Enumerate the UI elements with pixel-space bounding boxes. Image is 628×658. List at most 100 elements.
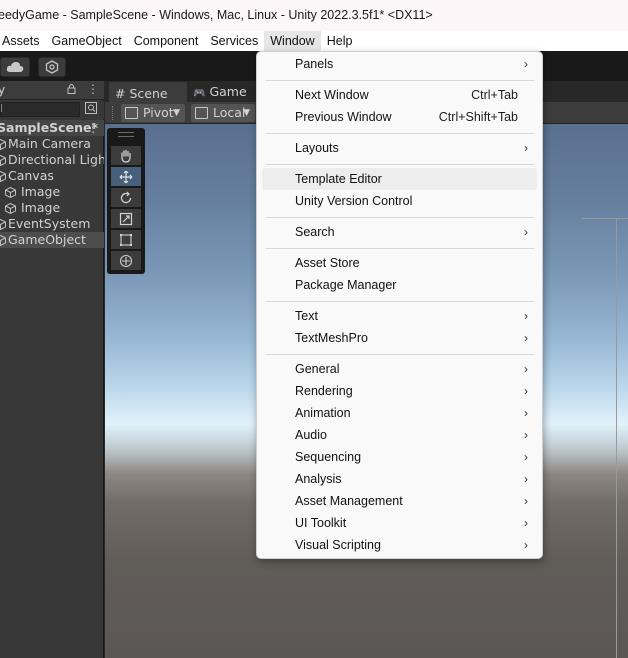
menu-item-sequencing[interactable]: Sequencing › [262, 446, 537, 468]
local-dropdown[interactable]: Local ▼ [191, 104, 255, 122]
hierarchy-tab[interactable]: y ⋮ [0, 81, 104, 100]
rect-tool-button[interactable] [111, 230, 141, 249]
kebab-menu-icon[interactable]: ⋮ [87, 82, 99, 96]
tree-item-image[interactable]: Image [0, 184, 104, 200]
scene-row[interactable]: SampleScene* ⋮ [0, 120, 104, 136]
local-label: Local [213, 105, 246, 120]
menu-item-label: Asset Store [295, 256, 360, 270]
menu-item-text[interactable]: Text › [262, 305, 537, 327]
menu-item-animation[interactable]: Animation › [262, 402, 537, 424]
menu-window[interactable]: Window [264, 31, 321, 51]
menu-item-ui-toolkit[interactable]: UI Toolkit › [262, 512, 537, 534]
pivot-dropdown[interactable]: Pivot ▼ [121, 104, 185, 122]
menu-item-label: Visual Scripting [295, 538, 381, 552]
move-tool-button[interactable] [111, 167, 141, 186]
hand-tool-button[interactable] [111, 146, 141, 165]
menu-item-label: UI Toolkit [295, 516, 347, 530]
hierarchy-panel: y ⋮ l SampleScene* ⋮ Main Camera Directi… [0, 81, 104, 658]
chevron-right-icon: › [524, 472, 528, 486]
menu-assets[interactable]: Assets [0, 31, 46, 51]
tab-scene-label: Scene [129, 86, 168, 101]
account-button[interactable] [0, 57, 30, 77]
menu-item-asset-management[interactable]: Asset Management › [262, 490, 537, 512]
menu-item-label: Unity Version Control [295, 194, 413, 208]
menu-item-shortcut: Ctrl+Shift+Tab [438, 110, 518, 124]
cloud-icon [6, 62, 24, 72]
menu-help[interactable]: Help [321, 31, 359, 51]
tree-item-canvas[interactable]: Canvas [0, 168, 104, 184]
menu-separator [266, 354, 534, 355]
menu-item-next-window[interactable]: Next Window Ctrl+Tab [262, 84, 537, 106]
tree-item-label: Directional Light [8, 152, 104, 167]
chevron-right-icon: › [524, 450, 528, 464]
hierarchy-tab-label: y [0, 83, 6, 97]
palette-grip[interactable] [118, 132, 134, 137]
menu-component[interactable]: Component [128, 31, 205, 51]
menu-item-label: Rendering [295, 384, 353, 398]
chevron-down-icon: ▼ [243, 108, 250, 118]
rotate-tool-button[interactable] [111, 188, 141, 207]
menu-item-search[interactable]: Search › [262, 221, 537, 243]
gameobject-cube-icon [0, 219, 6, 230]
menu-item-label: Next Window [295, 88, 369, 102]
menu-item-label: Template Editor [295, 172, 382, 186]
tab-scene[interactable]: # Scene [109, 82, 187, 102]
menu-item-textmeshpro[interactable]: TextMeshPro › [262, 327, 537, 349]
tree-item-eventsystem[interactable]: EventSystem [0, 216, 104, 232]
tree-item-label: Canvas [8, 168, 54, 183]
menu-item-analysis[interactable]: Analysis › [262, 468, 537, 490]
hierarchy-search-input[interactable]: l [0, 102, 80, 117]
menu-item-visual-scripting[interactable]: Visual Scripting › [262, 534, 537, 556]
menu-item-previous-window[interactable]: Previous Window Ctrl+Shift+Tab [262, 106, 537, 128]
menu-item-layouts[interactable]: Layouts › [262, 137, 537, 159]
chevron-right-icon: › [524, 516, 528, 530]
chevron-right-icon: › [524, 494, 528, 508]
tree-item-main-camera[interactable]: Main Camera [0, 136, 104, 152]
menu-item-package-manager[interactable]: Package Manager [262, 274, 537, 296]
tree-item-directional-light[interactable]: Directional Light [0, 152, 104, 168]
lock-icon[interactable] [67, 83, 76, 97]
menu-item-label: Animation [295, 406, 351, 420]
gameobject-cube-icon [0, 155, 6, 166]
menu-item-unity-version-control[interactable]: Unity Version Control [262, 190, 537, 212]
menu-item-label: Asset Management [295, 494, 403, 508]
search-placeholder: l [0, 102, 4, 115]
tree-item-gameobject[interactable]: GameObject [0, 232, 104, 248]
menu-item-asset-store[interactable]: Asset Store [262, 252, 537, 274]
menu-separator [266, 133, 534, 134]
menu-separator [266, 80, 534, 81]
menu-item-audio[interactable]: Audio › [262, 424, 537, 446]
chevron-right-icon: › [524, 309, 528, 323]
collab-button[interactable] [38, 57, 66, 77]
tab-game[interactable]: 🎮 Game [187, 82, 257, 102]
menu-item-general[interactable]: General › [262, 358, 537, 380]
toolbar-grip [112, 106, 114, 120]
canvas-outline-top [582, 218, 628, 219]
rect-transform-icon [120, 233, 132, 246]
menu-item-label: Text [295, 309, 318, 323]
chevron-right-icon: › [524, 225, 528, 239]
transform-tool-button[interactable] [111, 251, 141, 270]
hierarchy-tree: SampleScene* ⋮ Main Camera Directional L… [0, 120, 104, 248]
menu-gameobject[interactable]: GameObject [46, 31, 128, 51]
menu-item-template-editor[interactable]: Template Editor [262, 168, 537, 190]
tab-game-label: Game [209, 84, 247, 99]
window-title-bar: eedyGame - SampleScene - Windows, Mac, L… [0, 0, 628, 31]
menu-services[interactable]: Services [204, 31, 264, 51]
window-title: eedyGame - SampleScene - Windows, Mac, L… [0, 8, 433, 22]
menu-item-label: Analysis [295, 472, 342, 486]
tool-palette [107, 128, 145, 274]
menu-separator [266, 248, 534, 249]
menu-item-panels[interactable]: Panels › [262, 53, 537, 75]
menu-separator [266, 164, 534, 165]
chevron-right-icon: › [524, 384, 528, 398]
menu-item-rendering[interactable]: Rendering › [262, 380, 537, 402]
search-filter-icon[interactable] [83, 102, 99, 117]
gameobject-cube-icon [5, 187, 16, 198]
scene-kebab-icon[interactable]: ⋮ [87, 120, 100, 136]
window-menu-dropdown: Panels › Next Window Ctrl+Tab Previous W… [256, 51, 543, 559]
menu-item-label: Previous Window [295, 110, 392, 124]
tree-item-image[interactable]: Image [0, 200, 104, 216]
menu-item-label: Panels [295, 57, 334, 71]
scale-tool-button[interactable] [111, 209, 141, 228]
